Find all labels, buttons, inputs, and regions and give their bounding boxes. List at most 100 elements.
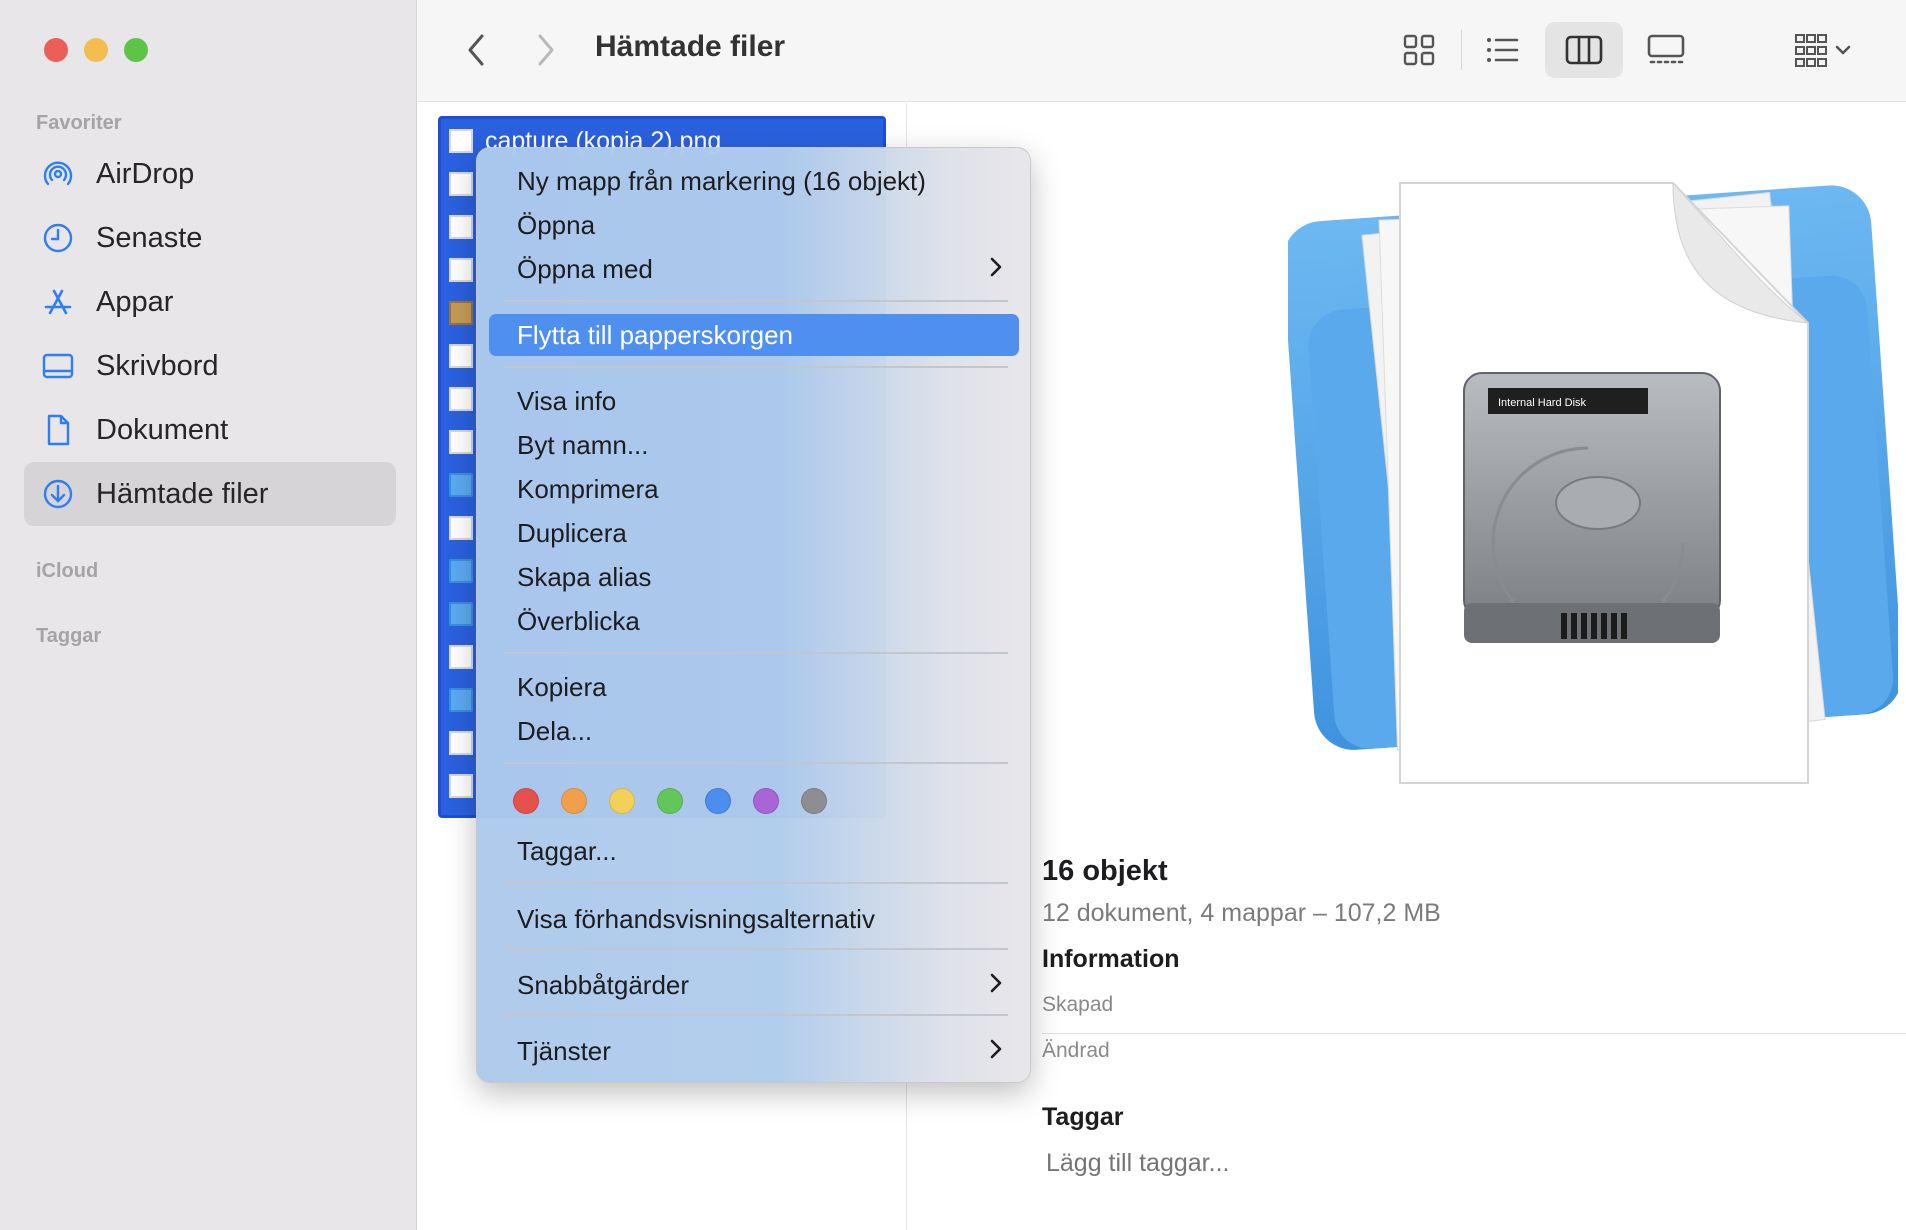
clock-icon xyxy=(40,220,76,256)
context-menu: Ny mapp från markering (16 objekt) Öppna… xyxy=(476,147,1031,1083)
menu-item-quick-actions[interactable]: Snabbåtgärder xyxy=(489,964,1019,1006)
sidebar-item-apps[interactable]: Appar xyxy=(24,270,396,334)
menu-item-show-preview-options[interactable]: Visa förhandsvisningsalternativ xyxy=(489,898,1019,940)
tag-yellow[interactable] xyxy=(609,788,635,814)
list-icon xyxy=(1487,38,1519,62)
image-file-icon xyxy=(449,774,473,798)
chevron-left-icon xyxy=(468,34,484,66)
section-favorites: Favoriter xyxy=(36,112,122,134)
preview-pane: Internal Hard Disk 16 objekt 12 dokument… xyxy=(908,103,1906,1230)
apps-icon xyxy=(40,284,76,320)
preview-title: 16 objekt xyxy=(1042,855,1168,887)
menu-item-duplicate[interactable]: Duplicera xyxy=(489,512,1019,554)
document-file-icon xyxy=(449,258,473,282)
sidebar-item-label: Senaste xyxy=(96,221,203,254)
list-view-button[interactable] xyxy=(1463,22,1541,78)
column-view-button[interactable] xyxy=(1545,22,1623,78)
sidebar-item-airdrop[interactable]: AirDrop xyxy=(24,142,396,206)
download-icon xyxy=(40,476,76,512)
sidebar: Favoriter AirDrop Senaste Appar Skrivbor… xyxy=(0,0,417,1230)
menu-item-label: Tjänster xyxy=(517,1035,611,1066)
sidebar-item-downloads[interactable]: Hämtade filer xyxy=(24,462,396,526)
tag-orange[interactable] xyxy=(561,788,587,814)
group-by-menu[interactable] xyxy=(1778,22,1868,78)
section-tags[interactable]: Taggar xyxy=(36,625,101,648)
folder-icon xyxy=(449,688,473,712)
section-icloud[interactable]: iCloud xyxy=(36,560,98,583)
folder-icon xyxy=(449,559,473,583)
sidebar-item-label: Dokument xyxy=(96,413,229,446)
information-heading: Information xyxy=(1042,945,1180,973)
menu-item-open[interactable]: Öppna xyxy=(489,204,1019,246)
menu-item-make-alias[interactable]: Skapa alias xyxy=(489,556,1019,598)
menu-item-tags[interactable]: Taggar... xyxy=(489,830,1019,872)
window-title: Hämtade filer xyxy=(595,30,786,63)
grid-icon xyxy=(1403,34,1435,66)
gallery-icon xyxy=(1647,34,1685,64)
tag-gray[interactable] xyxy=(801,788,827,814)
image-file-icon xyxy=(449,129,473,153)
chevron-right-icon xyxy=(538,34,554,66)
preview-subtitle: 12 dokument, 4 mappar – 107,2 MB xyxy=(1042,899,1441,927)
menu-item-rename[interactable]: Byt namn... xyxy=(489,424,1019,466)
back-button[interactable] xyxy=(456,28,496,72)
zip-file-icon xyxy=(449,731,473,755)
forward-button[interactable] xyxy=(526,28,566,72)
gallery-view-button[interactable] xyxy=(1627,22,1705,78)
group-icon xyxy=(1795,34,1851,67)
window-controls xyxy=(44,38,148,62)
package-icon xyxy=(449,301,473,325)
tag-blue[interactable] xyxy=(705,788,731,814)
sidebar-item-documents[interactable]: Dokument xyxy=(24,398,396,462)
created-label: Skapad xyxy=(1042,993,1114,1016)
divider xyxy=(1042,1033,1906,1034)
menu-item-quick-look[interactable]: Överblicka xyxy=(489,600,1019,642)
minimize-button[interactable] xyxy=(84,38,108,62)
sidebar-item-label: Appar xyxy=(96,285,174,318)
tag-purple[interactable] xyxy=(753,788,779,814)
chevron-right-icon xyxy=(990,973,1002,993)
tag-red[interactable] xyxy=(513,788,539,814)
sidebar-item-label: Skrivbord xyxy=(96,349,219,382)
tags-heading: Taggar xyxy=(1042,1103,1124,1131)
document-icon xyxy=(40,412,76,448)
image-file-icon xyxy=(449,387,473,411)
menu-item-get-info[interactable]: Visa info xyxy=(489,380,1019,422)
tag-green[interactable] xyxy=(657,788,683,814)
tag-color-row xyxy=(513,788,827,814)
menu-divider xyxy=(505,1014,1008,1016)
document-file-icon xyxy=(449,215,473,239)
close-button[interactable] xyxy=(44,38,68,62)
multiple-items-preview-icon: Internal Hard Disk xyxy=(1288,181,1898,784)
folder-icon xyxy=(449,602,473,626)
toolbar: Hämtade filer xyxy=(418,0,1906,102)
add-tags-input[interactable] xyxy=(1046,1149,1446,1178)
disk-label: Internal Hard Disk xyxy=(1498,397,1587,409)
menu-item-services[interactable]: Tjänster xyxy=(489,1030,1019,1072)
menu-divider xyxy=(505,366,1008,368)
folder-icon xyxy=(449,473,473,497)
menu-divider xyxy=(505,948,1008,950)
menu-item-label: Snabbåtgärder xyxy=(517,969,690,1000)
menu-item-share[interactable]: Dela... xyxy=(489,710,1019,752)
columns-icon xyxy=(1565,35,1603,65)
document-file-icon xyxy=(449,516,473,540)
menu-item-open-with[interactable]: Öppna med xyxy=(489,248,1019,290)
modified-label: Ändrad xyxy=(1042,1039,1110,1062)
menu-item-copy[interactable]: Kopiera xyxy=(489,666,1019,708)
menu-divider xyxy=(505,652,1008,654)
desktop-icon xyxy=(40,348,76,384)
menu-item-new-folder[interactable]: Ny mapp från markering (16 objekt) xyxy=(489,160,1019,202)
menu-divider xyxy=(505,882,1008,884)
icon-view-button[interactable] xyxy=(1380,22,1458,78)
menu-item-move-to-trash[interactable]: Flytta till papperskorgen xyxy=(489,314,1019,356)
sidebar-item-desktop[interactable]: Skrivbord xyxy=(24,334,396,398)
zoom-button[interactable] xyxy=(124,38,148,62)
menu-item-label: Öppna med xyxy=(517,253,653,284)
image-file-icon xyxy=(449,344,473,368)
sidebar-item-recents[interactable]: Senaste xyxy=(24,206,396,270)
chevron-right-icon xyxy=(990,1039,1002,1059)
document-file-icon xyxy=(449,172,473,196)
menu-item-compress[interactable]: Komprimera xyxy=(489,468,1019,510)
divider xyxy=(1461,30,1462,70)
